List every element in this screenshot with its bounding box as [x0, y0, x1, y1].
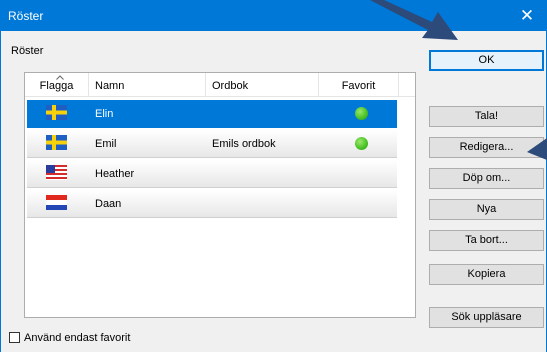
- column-header-label: Namn: [95, 80, 125, 92]
- sort-up-icon: [56, 75, 64, 80]
- table-row[interactable]: Elin: [27, 100, 397, 128]
- copy-button[interactable]: Kopiera: [429, 264, 544, 285]
- title-bar: Röster ✕: [0, 0, 547, 31]
- rename-button[interactable]: Döp om...: [429, 168, 544, 189]
- column-header-flag[interactable]: Flagga: [25, 73, 89, 96]
- voice-name: Emil: [95, 138, 117, 150]
- usa-flag-icon: [46, 165, 67, 180]
- window-title: Röster: [8, 9, 44, 23]
- voice-name: Elin: [95, 108, 114, 120]
- voice-list[interactable]: Flagga Namn Ordbok Favorit Elin Emil Emi…: [24, 72, 416, 318]
- table-row[interactable]: Daan: [27, 190, 397, 218]
- column-header-favorite[interactable]: Favorit: [319, 73, 399, 96]
- voice-name: Heather: [95, 168, 135, 180]
- favorites-only-checkbox[interactable]: [9, 332, 20, 343]
- column-header-label: Ordbok: [212, 80, 249, 92]
- table-row[interactable]: Emil Emils ordbok: [27, 130, 397, 158]
- new-button[interactable]: Nya: [429, 199, 544, 220]
- list-header: Flagga Namn Ordbok Favorit: [25, 73, 415, 97]
- sweden-flag-icon: [46, 105, 67, 120]
- speak-button[interactable]: Tala!: [429, 106, 544, 127]
- close-icon[interactable]: ✕: [507, 0, 547, 31]
- table-row[interactable]: Heather: [27, 160, 397, 188]
- voice-name: Daan: [95, 198, 122, 210]
- voice-dictionary: Emils ordbok: [212, 138, 276, 150]
- ok-button[interactable]: OK: [429, 50, 544, 71]
- favorite-indicator-icon[interactable]: [355, 107, 368, 120]
- sweden-flag-icon: [46, 135, 67, 150]
- delete-button[interactable]: Ta bort...: [429, 230, 544, 251]
- voices-group-label: Röster: [11, 45, 44, 57]
- favorite-indicator-icon[interactable]: [355, 137, 368, 150]
- netherlands-flag-icon: [46, 195, 67, 210]
- favorites-only-label: Använd endast favorit: [24, 332, 131, 344]
- column-header-label: Favorit: [341, 80, 376, 92]
- window-left-border: [0, 31, 1, 352]
- edit-button[interactable]: Redigera...: [429, 137, 544, 158]
- search-readers-button[interactable]: Sök uppläsare: [429, 307, 544, 328]
- column-header-name[interactable]: Namn: [89, 73, 206, 96]
- column-header-label: Flagga: [39, 80, 74, 92]
- column-header-dictionary[interactable]: Ordbok: [206, 73, 319, 96]
